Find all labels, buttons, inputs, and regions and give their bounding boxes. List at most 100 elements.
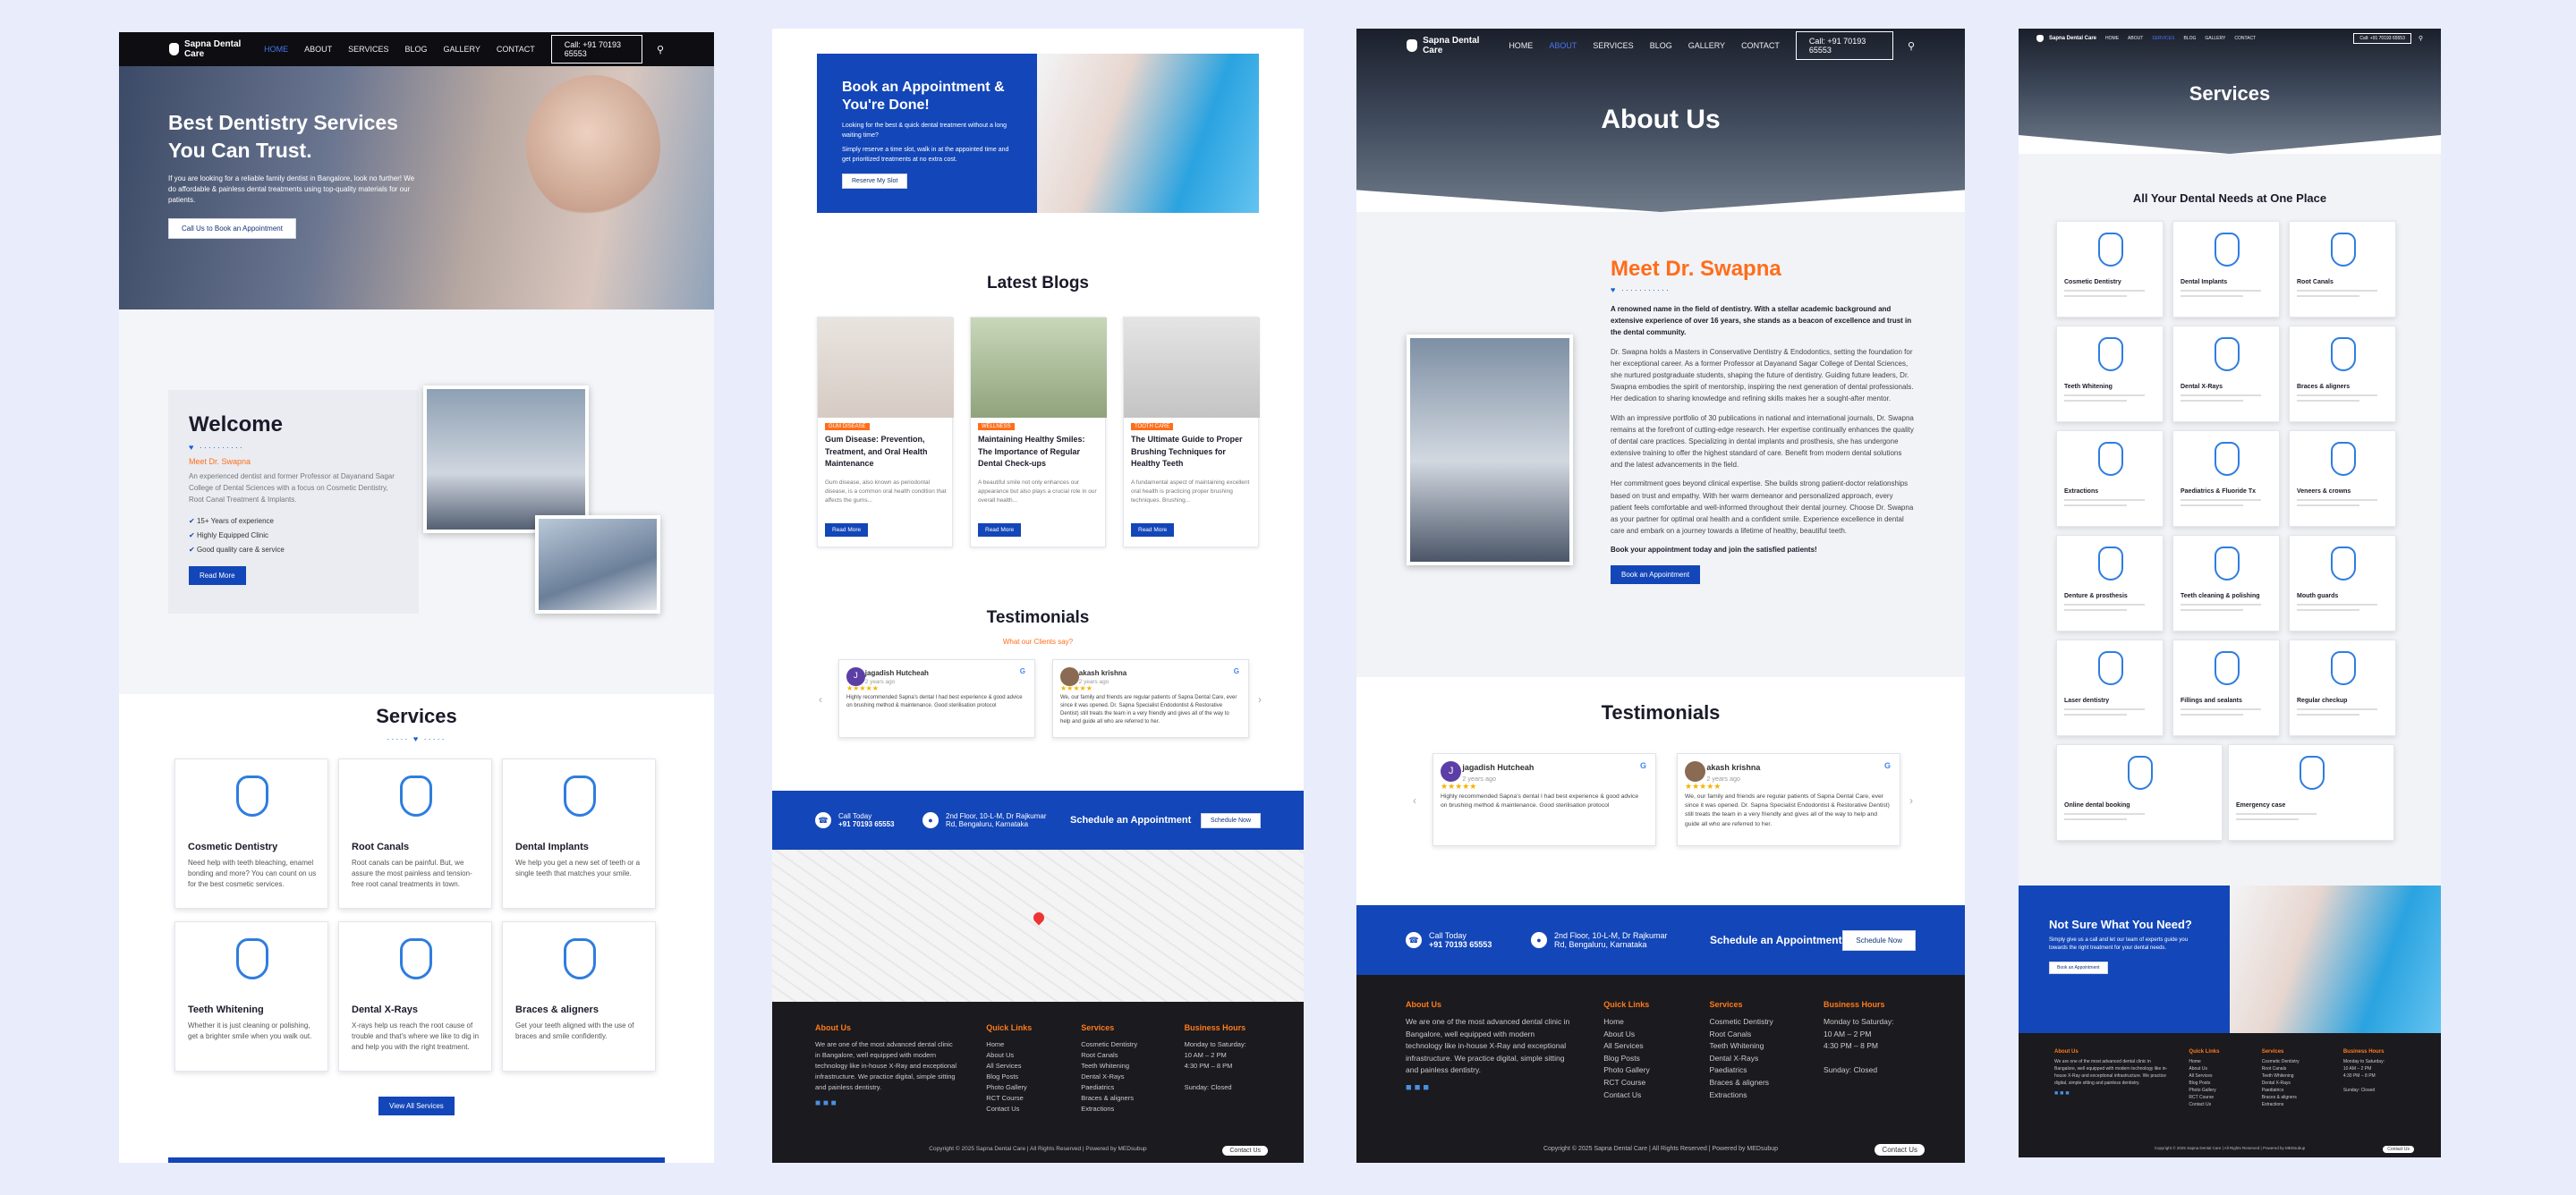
service-card[interactable]: Dental Implants We help you get a new set…	[502, 759, 656, 909]
blog-title[interactable]: Gum Disease: Prevention, Treatment, and …	[825, 434, 947, 470]
nav-about[interactable]: ABOUT	[1549, 41, 1577, 50]
service-card[interactable]: Fillings and sealants	[2172, 640, 2280, 736]
carousel-next-icon[interactable]: ›	[1258, 693, 1262, 706]
avatar: J	[846, 667, 865, 686]
nav-gallery[interactable]: GALLERY	[1688, 41, 1725, 50]
nav-gallery[interactable]: GALLERY	[444, 45, 480, 54]
service-card[interactable]: Teeth Whitening	[2056, 326, 2164, 422]
search-icon[interactable]: ⚲	[1908, 40, 1915, 52]
service-card[interactable]: Dental Implants	[2172, 221, 2280, 318]
service-card[interactable]: Root Canals	[2289, 221, 2396, 318]
carousel-prev-icon[interactable]: ‹	[1413, 794, 1416, 807]
blog-page: Book an Appointment & You're Done! Looki…	[772, 29, 1304, 1163]
footer-services[interactable]: Cosmetic Dentistry Root Canals Teeth White…	[1081, 1039, 1157, 1114]
contact-us-chip[interactable]: Contact Us	[1875, 1144, 1925, 1156]
nav-services[interactable]: SERVICES	[1593, 41, 1633, 50]
nav-gallery[interactable]: GALLERY	[2205, 36, 2225, 41]
footer-services[interactable]: Cosmetic Dentistry Root Canals Teeth White…	[1709, 1016, 1793, 1101]
call-today-label: Call Today	[838, 812, 872, 820]
service-card[interactable]: Dental X-Rays	[2172, 326, 2280, 422]
schedule-now-button[interactable]: Schedule Now	[1200, 812, 1261, 828]
service-card[interactable]: Extractions	[2056, 430, 2164, 527]
blog-card[interactable]: TOOTH CARE The Ultimate Guide to Proper B…	[1123, 317, 1260, 547]
cta-book-button[interactable]: Book an Appointment	[2049, 962, 2108, 974]
service-card[interactable]: Mouth guards	[2289, 535, 2396, 631]
read-more-button[interactable]: Read More	[825, 523, 869, 537]
services-title: Services	[2189, 82, 2271, 105]
hero-book-button[interactable]: Call Us to Book an Appointment	[168, 218, 296, 239]
nav-contact[interactable]: CONTACT	[1741, 41, 1780, 50]
footer-services[interactable]: Cosmetic Dentistry Root Canals Teeth White…	[2262, 1058, 2324, 1108]
service-card[interactable]: Root Canals Root canals can be painful. B…	[338, 759, 492, 909]
schedule-now-button[interactable]: Schedule Now	[1842, 929, 1916, 951]
blog-card[interactable]: WELLNESS Maintaining Healthy Smiles: The …	[970, 317, 1107, 547]
nav-home[interactable]: HOME	[2105, 36, 2119, 41]
service-card[interactable]: Emergency case	[2228, 744, 2394, 841]
carousel-prev-icon[interactable]: ‹	[819, 693, 822, 706]
blog-title[interactable]: The Ultimate Guide to Proper Brushing Te…	[1131, 434, 1253, 470]
call-button[interactable]: Call: +91 70193 65553	[1795, 31, 1893, 60]
service-card[interactable]: Braces & aligners Get your teeth aligned …	[502, 921, 656, 1072]
service-desc: Whether it is just cleaning or polishing…	[188, 1021, 312, 1040]
contact-us-chip[interactable]: Contact Us	[1222, 1146, 1268, 1156]
nav-home[interactable]: HOME	[1509, 41, 1533, 50]
phone-number[interactable]: +91 70193 65553	[838, 820, 895, 828]
carousel-next-icon[interactable]: ›	[1909, 794, 1913, 807]
service-card[interactable]: Denture & prosthesis	[2056, 535, 2164, 631]
social-icons[interactable]: ■ ■ ■	[2054, 1090, 2169, 1097]
nav-blog[interactable]: BLOG	[1650, 41, 1672, 50]
read-more-button[interactable]: Read More	[189, 566, 246, 586]
nav-about[interactable]: ABOUT	[2128, 36, 2143, 41]
testimonial-card: akash krishna 2 years ago G ★★★★★ We, our fa…	[1052, 659, 1249, 738]
call-button[interactable]: Call: +91 70193 65553	[2353, 33, 2411, 44]
top-nav: Sapna Dental Care HOME ABOUT SERVICES BL…	[1356, 29, 1965, 63]
service-desc: We help you get a new set of teeth or a …	[515, 859, 641, 877]
service-card[interactable]: Cosmetic Dentistry Need help with teeth b…	[174, 759, 328, 909]
location-map[interactable]	[772, 850, 1304, 1002]
service-card[interactable]: Braces & aligners	[2289, 326, 2396, 422]
service-card[interactable]: Online dental booking	[2056, 744, 2223, 841]
brand-logo[interactable]: Sapna Dental Care	[169, 39, 246, 59]
service-card[interactable]: Dental X-Rays X-rays help us reach the ro…	[338, 921, 492, 1072]
service-card[interactable]: Teeth Whitening Whether it is just cleani…	[174, 921, 328, 1072]
nav-contact[interactable]: CONTACT	[2234, 36, 2256, 41]
social-icons[interactable]: ■ ■ ■	[1406, 1082, 1573, 1093]
blog-title[interactable]: Maintaining Healthy Smiles: The Importan…	[978, 434, 1100, 470]
search-icon[interactable]: ⚲	[2419, 35, 2423, 42]
footer-links[interactable]: Home About Us All Services Blog Posts Photo …	[2189, 1058, 2241, 1108]
service-card[interactable]: Teeth cleaning & polishing	[2172, 535, 2280, 631]
service-card[interactable]: Paediatrics & Fluoride Tx	[2172, 430, 2280, 527]
phone-number[interactable]: +91 70193 65553	[1429, 940, 1492, 949]
book-appointment-button[interactable]: Book an Appointment	[1611, 564, 1701, 584]
blog-card[interactable]: GUM DISEASE Gum Disease: Prevention, Trea…	[817, 317, 954, 547]
view-all-services-button[interactable]: View All Services	[378, 1097, 455, 1115]
nav-services[interactable]: SERVICES	[2152, 36, 2174, 41]
clinic-photo	[423, 386, 589, 533]
brand-logo[interactable]: Sapna Dental Care	[1407, 36, 1491, 55]
service-card[interactable]: Regular checkup	[2289, 640, 2396, 736]
read-more-button[interactable]: Read More	[978, 523, 1022, 537]
service-icon	[2325, 231, 2361, 270]
brand-name: Sapna Dental Care	[1423, 36, 1480, 55]
blog-image	[971, 318, 1107, 418]
address-line-1: 2nd Floor, 10-L-M, Dr Rajkumar	[946, 812, 1047, 820]
nav-contact[interactable]: CONTACT	[497, 45, 535, 54]
contact-us-chip[interactable]: Contact Us	[2383, 1146, 2414, 1153]
service-card[interactable]: Laser dentistry	[2056, 640, 2164, 736]
search-icon[interactable]: ⚲	[657, 44, 664, 55]
footer-links[interactable]: Home About Us All Services Blog Posts Photo …	[1603, 1016, 1679, 1101]
social-icons[interactable]: ■ ■ ■	[815, 1098, 959, 1108]
brand-logo[interactable]: Sapna Dental Care	[2036, 35, 2096, 42]
footer-links[interactable]: Home About Us All Services Blog Posts Photo …	[986, 1039, 1054, 1114]
reserve-slot-button[interactable]: Reserve My Slot	[842, 174, 908, 189]
nav-blog[interactable]: BLOG	[405, 45, 428, 54]
call-button[interactable]: Call: +91 70193 65553	[550, 35, 642, 64]
service-card[interactable]: Veneers & crowns	[2289, 430, 2396, 527]
service-card[interactable]: Cosmetic Dentistry	[2056, 221, 2164, 318]
read-more-button[interactable]: Read More	[1131, 523, 1175, 537]
nav-home[interactable]: HOME	[264, 45, 288, 54]
nav-about[interactable]: ABOUT	[304, 45, 332, 54]
procedure-photo	[535, 515, 660, 614]
nav-blog[interactable]: BLOG	[2183, 36, 2196, 41]
nav-services[interactable]: SERVICES	[348, 45, 388, 54]
